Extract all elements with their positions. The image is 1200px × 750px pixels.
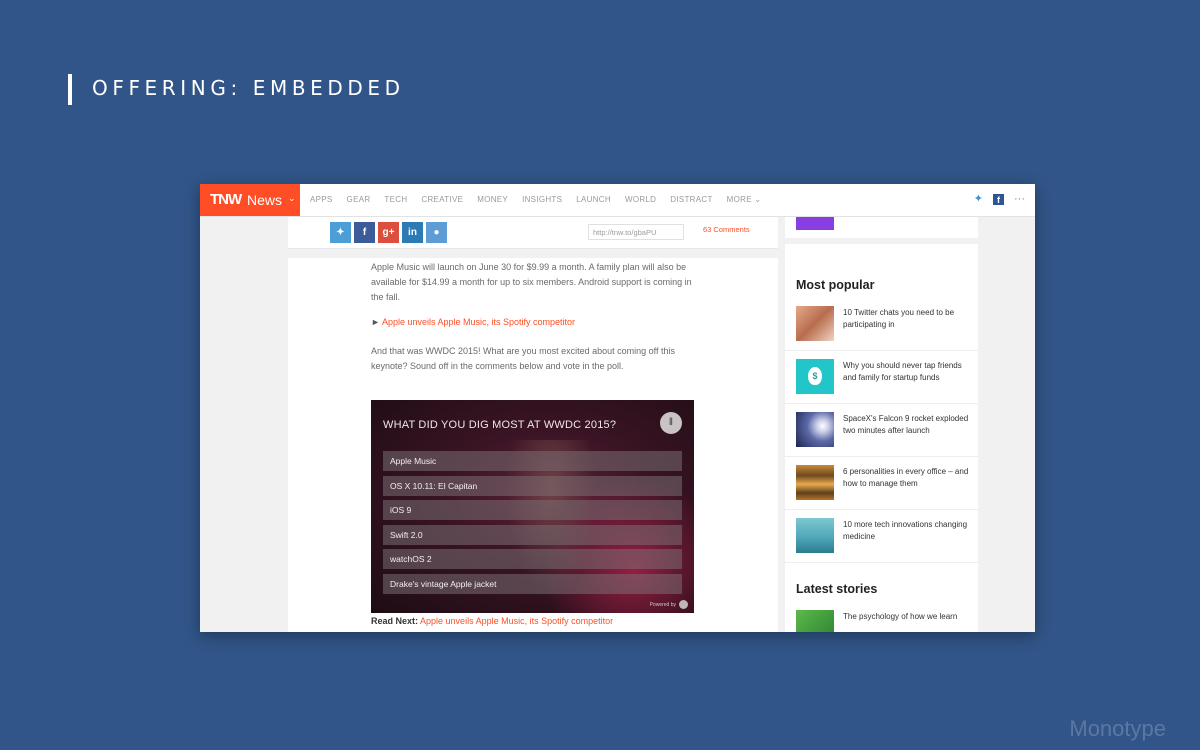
nav-link-tech[interactable]: TECH — [384, 195, 407, 204]
poll-option[interactable]: iOS 9 — [383, 500, 682, 521]
comments-link[interactable]: 63 Comments — [703, 225, 750, 234]
arrow-icon: ► — [371, 317, 380, 327]
list-item[interactable]: 6 personalities in every office – and ho… — [785, 459, 978, 510]
thumbnail-image[interactable] — [796, 216, 834, 230]
nav-link-more[interactable]: MORE ⌄ — [727, 195, 762, 204]
nav-link-money[interactable]: MONEY — [477, 195, 508, 204]
poll-option[interactable]: Apple Music — [383, 451, 682, 471]
poll-option[interactable]: Swift 2.0 — [383, 524, 682, 545]
nav-link-apps[interactable]: APPS — [310, 195, 333, 204]
logo-tnw: TNW — [210, 191, 242, 208]
share-facebook-button[interactable]: f — [354, 222, 375, 243]
list-item-title: SpaceX's Falcon 9 rocket exploded two mi… — [843, 414, 969, 435]
list-item-title: 10 more tech innovations changing medici… — [843, 520, 968, 541]
nav-link-gear[interactable]: GEAR — [347, 195, 371, 204]
nav-link-creative[interactable]: CREATIVE — [421, 195, 463, 204]
monotype-logo: Monotype — [1069, 716, 1166, 741]
thumbnail-image — [796, 465, 834, 500]
social-icons: ✦ f ··· — [974, 193, 1025, 205]
title-marker — [68, 74, 72, 105]
money-bag-icon: $ — [808, 367, 822, 385]
share-linkedin-button[interactable]: in — [402, 222, 423, 243]
list-item-title: Why you should never tap friends and fam… — [843, 361, 962, 382]
read-next: Read Next: Apple unveils Apple Music, it… — [371, 616, 613, 626]
nav-links: APPS GEAR TECH CREATIVE MONEY INSIGHTS L… — [310, 195, 775, 204]
list-item[interactable]: SpaceX's Falcon 9 rocket exploded two mi… — [785, 406, 978, 457]
nav-link-insights[interactable]: INSIGHTS — [522, 195, 562, 204]
latest-stories-heading: Latest stories — [796, 582, 878, 596]
tnw-news-logo[interactable]: TNW News ⌄ — [200, 184, 300, 216]
article-paragraph: Apple Music will launch on June 30 for $… — [371, 262, 692, 302]
list-item-title: The psychology of how we learn — [843, 612, 958, 621]
poll-options: Apple Music OS X 10.11: El Capitan iOS 9… — [383, 451, 682, 599]
poll-powered-by: Powered by — [650, 600, 688, 609]
share-twitter-button[interactable]: ✦ — [330, 222, 351, 243]
article-paragraph: And that was WWDC 2015! What are you mos… — [371, 346, 675, 371]
read-next-link[interactable]: Apple unveils Apple Music, its Spotify c… — [420, 616, 613, 626]
thumbnail-image — [796, 518, 834, 553]
facebook-icon[interactable]: f — [993, 193, 1004, 205]
share-google-plus-button[interactable]: g+ — [378, 222, 399, 243]
chevron-down-icon: ⌄ — [288, 193, 296, 203]
embedded-browser-screenshot: TNW News ⌄ APPS GEAR TECH CREATIVE MONEY… — [200, 184, 1035, 632]
poll-option[interactable]: watchOS 2 — [383, 549, 682, 570]
poll-option[interactable]: OS X 10.11: El Capitan — [383, 475, 682, 496]
list-item[interactable]: 10 Twitter chats you need to be particip… — [785, 300, 978, 351]
logo-news: News — [247, 192, 283, 208]
list-item[interactable]: The psychology of how we learn — [785, 604, 978, 632]
share-reddit-button[interactable]: ● — [426, 222, 447, 243]
thumbnail-image — [796, 610, 834, 632]
sidebar: Most popular 10 Twitter chats you need t… — [785, 244, 978, 632]
thumbnail-image: $ — [796, 359, 834, 394]
top-navigation: TNW News ⌄ APPS GEAR TECH CREATIVE MONEY… — [200, 184, 1035, 217]
read-next-label: Read Next: — [371, 616, 419, 626]
poll-brand-icon: ‖ — [660, 412, 682, 434]
list-item-title: 10 Twitter chats you need to be particip… — [843, 308, 955, 329]
shortlink-field[interactable]: http://tnw.to/gbaPU — [588, 224, 684, 240]
poll-powered-label: Powered by — [649, 601, 676, 608]
poll-option[interactable]: Drake's vintage Apple jacket — [383, 573, 682, 594]
powered-by-icon — [679, 600, 688, 609]
list-item-title: 6 personalities in every office – and ho… — [843, 467, 969, 488]
slide-title: OFFERING: EMBEDDED — [92, 76, 405, 100]
thumbnail-image — [796, 306, 834, 341]
twitter-icon[interactable]: ✦ — [974, 193, 983, 205]
nav-link-world[interactable]: WORLD — [625, 195, 656, 204]
share-buttons: ✦ f g+ in ● — [330, 222, 447, 243]
more-icon[interactable]: ··· — [1014, 193, 1025, 205]
article-related-link-line: ► Apple unveils Apple Music, its Spotify… — [371, 315, 701, 330]
embedded-poll: WHAT DID YOU DIG MOST AT WWDC 2015? ‖ Ap… — [371, 400, 694, 613]
nav-link-launch[interactable]: LAUNCH — [576, 195, 611, 204]
related-article-link[interactable]: Apple unveils Apple Music, its Spotify c… — [382, 317, 575, 327]
poll-question: WHAT DID YOU DIG MOST AT WWDC 2015? — [383, 419, 617, 431]
list-item[interactable]: 10 more tech innovations changing medici… — [785, 512, 978, 563]
nav-link-distract[interactable]: DISTRACT — [670, 195, 712, 204]
most-popular-heading: Most popular — [796, 278, 875, 292]
list-item[interactable]: $ Why you should never tap friends and f… — [785, 353, 978, 404]
thumbnail-image — [796, 412, 834, 447]
sidebar-previous-item — [785, 216, 978, 238]
